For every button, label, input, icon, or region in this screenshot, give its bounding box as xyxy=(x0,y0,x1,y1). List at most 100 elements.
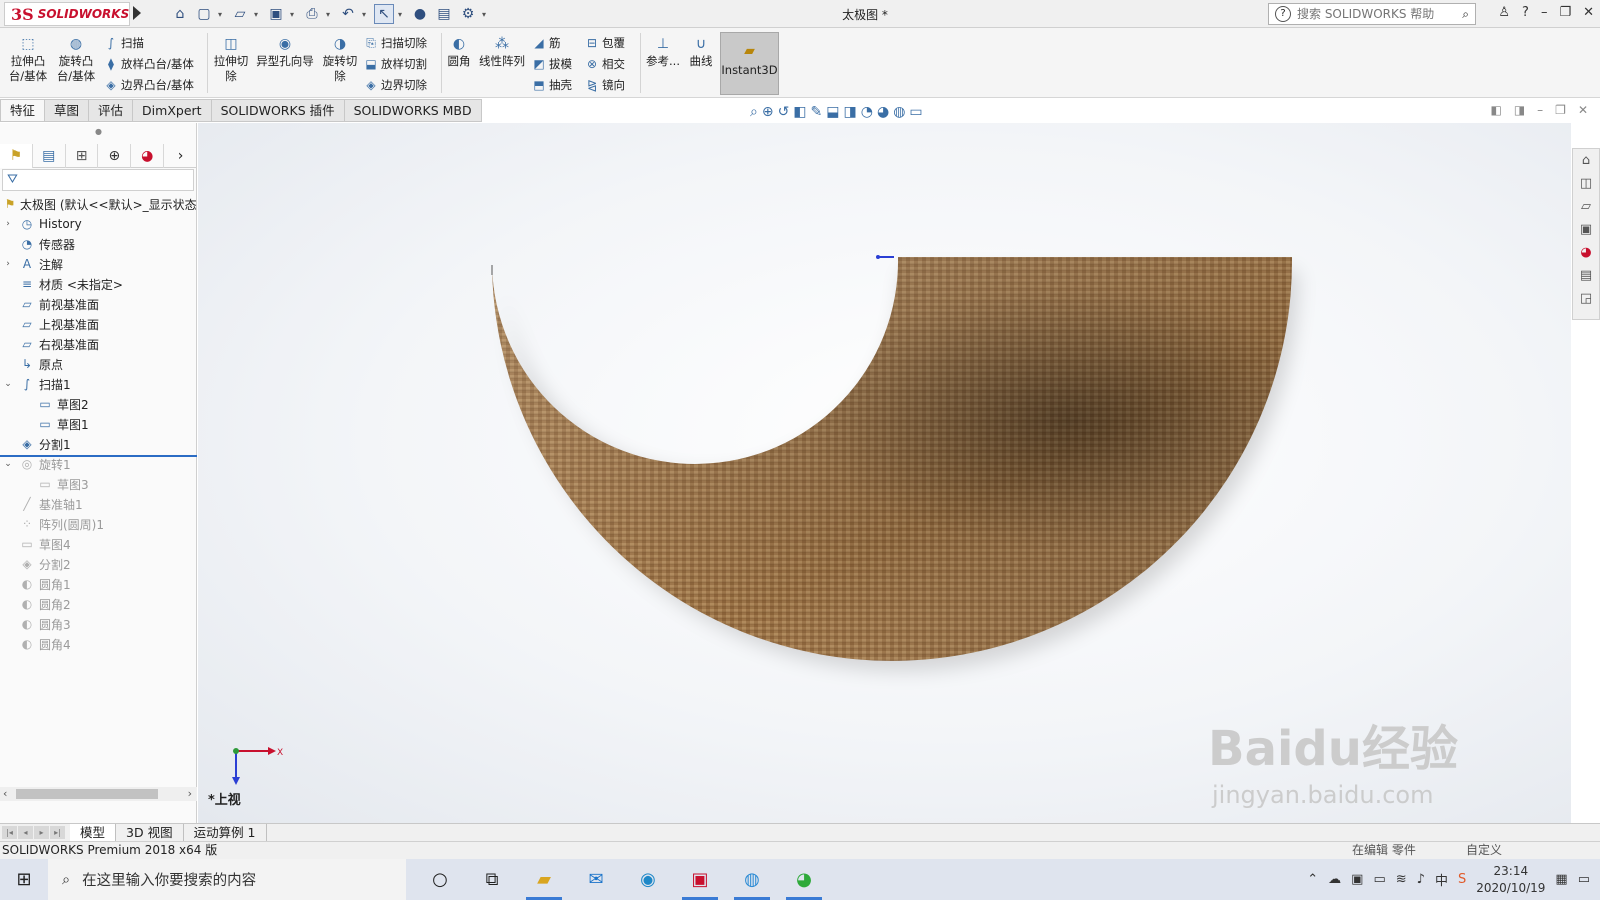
tree-item[interactable]: ◔ 传感器 xyxy=(0,234,197,254)
sogou-icon[interactable]: S xyxy=(1458,872,1466,887)
edit-appearance-icon[interactable]: ◕ xyxy=(877,104,889,120)
instant3d-button[interactable]: ▰ Instant3D xyxy=(720,32,779,95)
boundary-boss-button[interactable]: ◈ 边界凸台/基体 xyxy=(104,77,194,93)
lofted-cut-button[interactable]: ⬓ 放样切割 xyxy=(364,56,427,72)
tab-motion-study[interactable]: 运动算例 1 xyxy=(184,824,267,841)
tree-item[interactable]: ◐ 圆角3 xyxy=(0,614,197,634)
restore-icon[interactable]: ❐ xyxy=(1559,5,1571,20)
save-dropdown-icon[interactable]: ▾ xyxy=(290,10,298,19)
panel-grip-icon[interactable]: ● xyxy=(95,127,102,136)
search-icon[interactable]: ⌕ xyxy=(1462,7,1469,22)
battery-icon[interactable]: ▭ xyxy=(1373,872,1385,887)
tab-addins[interactable]: SOLIDWORKS 插件 xyxy=(211,99,345,122)
panel-horizontal-scrollbar[interactable]: ‹ › xyxy=(0,787,197,801)
view-orientation-icon[interactable]: ⬓ xyxy=(826,104,839,120)
first-tab-icon[interactable]: |◂ xyxy=(2,826,17,839)
zoom-to-fit-icon[interactable]: ⌕ xyxy=(750,104,758,120)
qq-browser-icon[interactable]: ◍ xyxy=(726,859,778,900)
revolve-cut-button[interactable]: ◑ 旋转切 除 xyxy=(320,36,360,84)
tab-sketch[interactable]: 草图 xyxy=(45,99,90,122)
display-manager-tab-icon[interactable]: ◕ xyxy=(131,144,165,168)
tree-filter-field[interactable]: ⛛ xyxy=(2,169,194,191)
select-pointer-icon[interactable]: ↖ xyxy=(374,4,394,24)
viewport-restore-icon[interactable]: ❐ xyxy=(1555,103,1566,117)
print-dropdown-icon[interactable]: ▾ xyxy=(326,10,334,19)
help-search-box[interactable]: ? ⌕ xyxy=(1268,3,1476,25)
tree-item[interactable]: › A 注解 xyxy=(0,254,197,274)
previous-view-icon[interactable]: ↺ xyxy=(778,104,790,120)
scroll-right-icon[interactable]: › xyxy=(188,787,192,800)
status-units-text[interactable]: 自定义 xyxy=(1466,842,1502,859)
select-dropdown-icon[interactable]: ▾ xyxy=(398,10,406,19)
open-dropdown-icon[interactable]: ▾ xyxy=(254,10,262,19)
tree-item[interactable]: ◈ 分割2 xyxy=(0,554,197,574)
zoom-to-area-icon[interactable]: ⊕ xyxy=(762,104,774,120)
onedrive-icon[interactable]: ☁ xyxy=(1328,872,1341,887)
ime-indicator[interactable]: 中 xyxy=(1435,870,1448,889)
rollback-bar[interactable] xyxy=(0,455,197,457)
help-menu-icon[interactable]: ? xyxy=(1522,5,1529,20)
loft-boss-button[interactable]: ⧫ 放样凸台/基体 xyxy=(104,56,194,72)
menu-expand-arrow-icon[interactable] xyxy=(133,6,141,20)
tree-item[interactable]: ◈ 分割1 xyxy=(0,434,197,454)
help-question-icon[interactable]: ? xyxy=(1275,6,1291,22)
curves-button[interactable]: ∪ 曲线 xyxy=(686,36,716,69)
windows-start-icon[interactable]: ⊞ xyxy=(0,859,48,900)
extrude-cut-button[interactable]: ◫ 拉伸切 除 xyxy=(211,36,251,84)
user-icon[interactable]: ♙ xyxy=(1498,5,1510,20)
open-folder-icon[interactable]: ▱ xyxy=(230,4,250,24)
tree-item[interactable]: › ◷ History xyxy=(0,214,197,234)
viewport-minimize-icon[interactable]: – xyxy=(1537,103,1543,117)
tree-item[interactable]: ⌄ ◎ 旋转1 xyxy=(0,454,197,474)
solidworks-taskbar-icon[interactable]: ▣ xyxy=(674,859,726,900)
prev-tab-icon[interactable]: ◂ xyxy=(18,826,33,839)
section-view-icon[interactable]: ◧ xyxy=(793,104,806,120)
more-tabs-chevron-icon[interactable]: › xyxy=(164,144,197,168)
custom-properties-icon[interactable]: ▤ xyxy=(1580,268,1592,283)
tree-expand-icon[interactable]: ⌄ xyxy=(3,459,13,469)
tree-item[interactable]: ▱ 右视基准面 xyxy=(0,334,197,354)
hide-show-items-icon[interactable]: ◔ xyxy=(861,104,873,120)
solidworks-resources-icon[interactable]: ⌂ xyxy=(1582,153,1590,168)
cortana-icon[interactable]: ○ xyxy=(414,859,466,900)
tree-expand-icon[interactable]: ⌄ xyxy=(3,379,13,389)
apply-scene-icon[interactable]: ◍ xyxy=(893,104,905,120)
tree-item[interactable]: ⁘ 阵列(圆周)1 xyxy=(0,514,197,534)
reference-geometry-button[interactable]: ⊥ 参考... xyxy=(644,36,682,69)
forum-icon[interactable]: ◲ xyxy=(1580,291,1592,306)
tree-item[interactable]: ↳ 原点 xyxy=(0,354,197,374)
next-tab-icon[interactable]: ▸ xyxy=(34,826,49,839)
tree-item[interactable]: ◐ 圆角2 xyxy=(0,594,197,614)
tree-item[interactable]: ▱ 上视基准面 xyxy=(0,314,197,334)
tree-item[interactable]: ▱ 前视基准面 xyxy=(0,294,197,314)
tree-item[interactable]: ▭ 草图1 xyxy=(0,414,197,434)
design-library-icon[interactable]: ◫ xyxy=(1580,176,1592,191)
linear-pattern-button[interactable]: ⁂ 线性阵列 xyxy=(477,36,527,69)
configuration-manager-tab-icon[interactable]: ⊞ xyxy=(66,144,99,168)
viewport-close-icon[interactable]: ✕ xyxy=(1578,103,1588,117)
tree-item[interactable]: ◐ 圆角4 xyxy=(0,634,197,654)
appearances-icon[interactable]: ◕ xyxy=(1580,245,1591,260)
security-icon[interactable]: ▣ xyxy=(1351,872,1363,887)
file-explorer-taskbar-icon[interactable]: ▰ xyxy=(518,859,570,900)
wifi-icon[interactable]: ≋ xyxy=(1396,872,1407,887)
solidworks-logo[interactable]: 3S SOLIDWORKS xyxy=(4,2,130,26)
graphics-area[interactable]: X *上视 Baidu经验 jingyan.baidu.com xyxy=(198,123,1571,823)
tab-model[interactable]: 模型 xyxy=(70,824,117,841)
viewport-right-icon[interactable]: ◨ xyxy=(1514,103,1525,117)
hole-wizard-button[interactable]: ◉ 异型孔向导 xyxy=(254,36,316,69)
scroll-left-icon[interactable]: ‹ xyxy=(3,787,7,800)
new-dropdown-icon[interactable]: ▾ xyxy=(218,10,226,19)
mirror-button[interactable]: ⧎ 镜向 xyxy=(585,77,625,93)
tree-expand-icon[interactable]: › xyxy=(3,259,13,269)
sweep-button[interactable]: ∫ 扫描 xyxy=(104,35,144,51)
tab-mbd[interactable]: SOLIDWORKS MBD xyxy=(344,99,482,122)
fillet-button[interactable]: ◐ 圆角 xyxy=(444,36,474,69)
tree-root[interactable]: ⚑ 太极图 (默认<<默认>_显示状态 xyxy=(0,194,197,214)
extrude-boss-button[interactable]: ⬚ 拉伸凸 台/基体 xyxy=(6,36,50,84)
draft-button[interactable]: ◩ 拔模 xyxy=(532,56,572,72)
tree-expand-icon[interactable]: › xyxy=(3,219,13,229)
file-explorer-icon[interactable]: ▱ xyxy=(1581,199,1591,214)
tab-3d-views[interactable]: 3D 视图 xyxy=(116,824,184,841)
last-tab-icon[interactable]: ▸| xyxy=(50,826,65,839)
